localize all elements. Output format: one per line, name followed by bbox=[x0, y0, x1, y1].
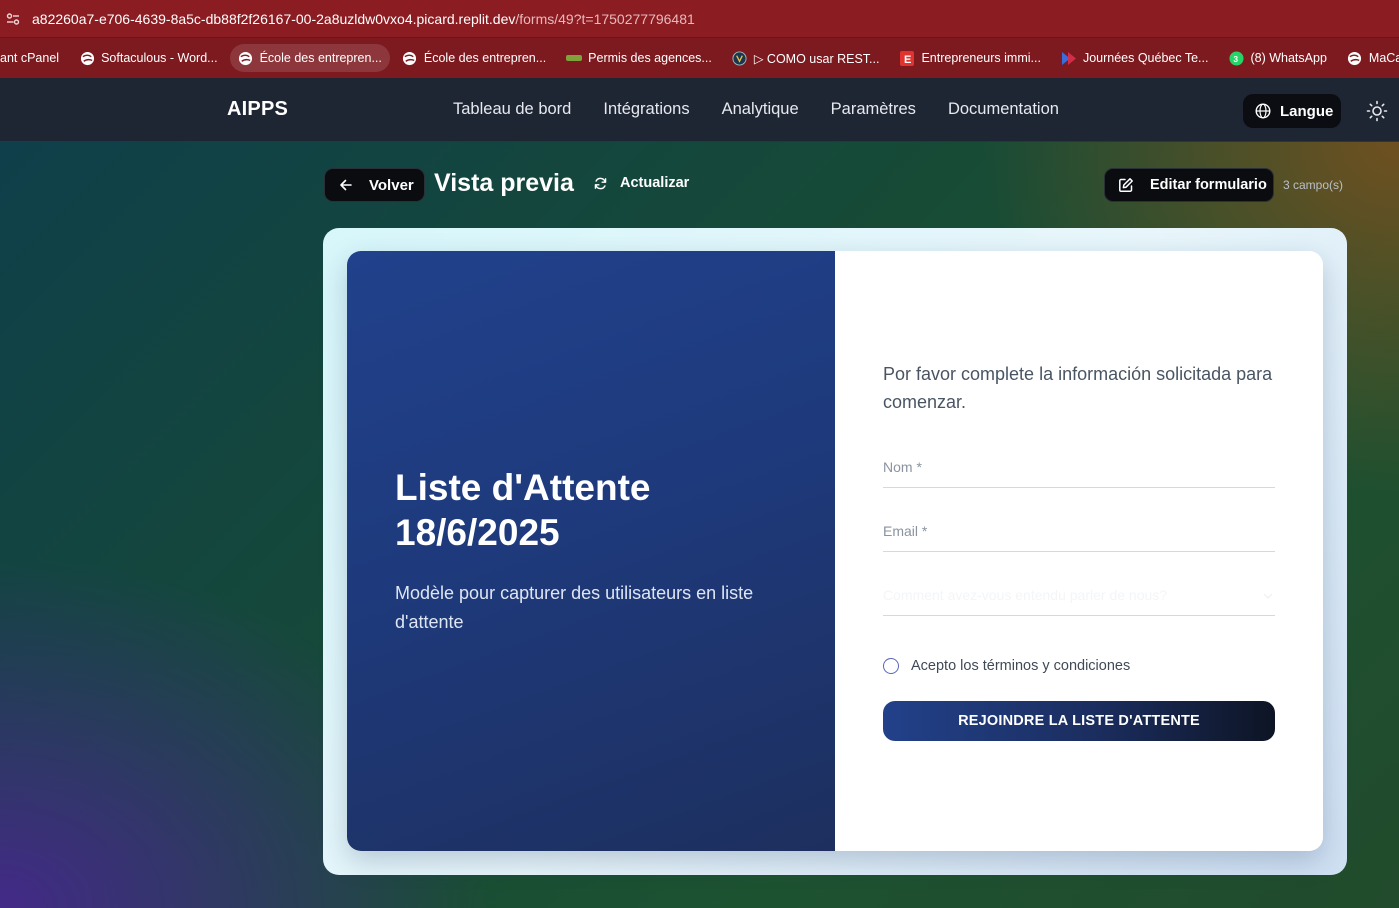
email-field-label: Email * bbox=[883, 523, 928, 539]
main-nav: Tableau de bord Intégrations Analytique … bbox=[453, 100, 1059, 119]
bookmark-softaculous[interactable]: Softaculous - Word... bbox=[71, 44, 226, 72]
arrow-left-icon bbox=[340, 179, 352, 191]
back-button-label: Volver bbox=[369, 176, 414, 194]
bookmark-label: ant cPanel bbox=[0, 51, 60, 65]
page-title: Vista previa bbox=[434, 169, 574, 197]
form-preview-card: Liste d'Attente 18/6/2025 Modèle pour ca… bbox=[347, 251, 1323, 851]
nav-link-settings[interactable]: Paramètres bbox=[831, 100, 916, 119]
e-icon: E bbox=[899, 50, 915, 66]
bookmark-label: MaCarrièreTECHNO... bbox=[1368, 51, 1399, 65]
globe-icon bbox=[79, 50, 95, 66]
app-logo[interactable]: AIPPS bbox=[227, 98, 288, 121]
url-path: /forms/49?t=1750277796481 bbox=[515, 10, 695, 27]
bookmark-label: École des entrepren... bbox=[259, 51, 382, 65]
name-field-label: Nom * bbox=[883, 459, 922, 475]
bookmark-journees[interactable]: Journées Québec Te... bbox=[1053, 44, 1217, 72]
refresh-button-label: Actualizar bbox=[620, 175, 690, 191]
back-button[interactable]: Volver bbox=[324, 168, 425, 202]
bookmark-label: Softaculous - Word... bbox=[101, 51, 218, 65]
site-info-icon[interactable] bbox=[2, 8, 24, 30]
bookmark-ecole-2[interactable]: École des entrepren... bbox=[394, 44, 554, 72]
leaf-icon bbox=[566, 50, 583, 66]
globe-icon bbox=[238, 50, 254, 66]
form-intro-text: Por favor complete la información solici… bbox=[883, 364, 1273, 412]
nav-link-integrations[interactable]: Intégrations bbox=[603, 100, 689, 119]
nav-link-documentation[interactable]: Documentation bbox=[948, 100, 1059, 119]
bookmark-label: École des entrepren... bbox=[423, 51, 547, 65]
nav-link-analytics[interactable]: Analytique bbox=[722, 100, 799, 119]
submit-button[interactable]: REJOINDRE LA LISTE D'ATTENTE bbox=[883, 701, 1275, 741]
bookmark-whatsapp[interactable]: 3 (8) WhatsApp bbox=[1220, 44, 1334, 72]
form-description: Modèle pour capturer des utilisateurs en… bbox=[395, 583, 754, 632]
nav-link-dashboard[interactable]: Tableau de bord bbox=[453, 100, 571, 119]
edit-form-button-label: Editar formulario bbox=[1150, 177, 1267, 193]
svg-text:3: 3 bbox=[1233, 53, 1238, 63]
form-title: Liste d'Attente 18/6/2025 bbox=[395, 467, 651, 553]
refresh-icon bbox=[594, 177, 607, 189]
url-host: a82260a7-e706-4639-8a5c-db88f2f26167-00-… bbox=[32, 10, 516, 27]
refresh-button[interactable]: Actualizar bbox=[593, 175, 689, 191]
name-field[interactable]: Nom * bbox=[883, 458, 1275, 488]
bookmark-como-usar[interactable]: ▷ COMO usar REST... bbox=[724, 44, 888, 72]
bookmark-cpanel[interactable]: ant cPanel bbox=[0, 44, 67, 72]
bookmark-label: (8) WhatsApp bbox=[1250, 51, 1327, 65]
bookmark-label: Permis des agences... bbox=[588, 51, 712, 65]
circle-logo-icon bbox=[732, 50, 748, 66]
bookmark-entrepreneurs[interactable]: E Entrepreneurs immi... bbox=[891, 44, 1048, 72]
language-button-label: Langue bbox=[1280, 102, 1334, 120]
referral-source-select[interactable]: Comment avez-vous entendu parler de nous… bbox=[883, 586, 1275, 616]
terms-checkbox-row[interactable]: Acepto los términos y condiciones bbox=[883, 658, 1130, 674]
form-hero-panel: Liste d'Attente 18/6/2025 Modèle pour ca… bbox=[347, 251, 835, 851]
bookmark-permis[interactable]: Permis des agences... bbox=[558, 44, 720, 72]
bookmark-macarriere[interactable]: MaCarrièreTECHNO... bbox=[1339, 44, 1399, 72]
svg-text:E: E bbox=[904, 54, 911, 66]
referral-source-label: Comment avez-vous entendu parler de nous… bbox=[883, 587, 1168, 603]
bookmark-label: Journées Québec Te... bbox=[1082, 51, 1209, 65]
sun-icon bbox=[1366, 100, 1388, 122]
terms-radio[interactable] bbox=[883, 658, 899, 674]
bookmark-ecole-1[interactable]: École des entrepren... bbox=[229, 44, 390, 72]
chevron-down-icon bbox=[1263, 593, 1273, 599]
theme-toggle-button[interactable] bbox=[1366, 100, 1388, 122]
globe-icon bbox=[1347, 50, 1363, 66]
bookmarks-bar: ant cPanel Softaculous - Word... École d… bbox=[0, 38, 1399, 78]
app-navbar: AIPPS Tableau de bord Intégrations Analy… bbox=[0, 78, 1399, 142]
globe-icon bbox=[1255, 103, 1271, 119]
browser-address-bar: a82260a7-e706-4639-8a5c-db88f2f26167-00-… bbox=[0, 0, 1399, 38]
language-button[interactable]: Langue bbox=[1243, 94, 1341, 128]
bookmark-label: ▷ COMO usar REST... bbox=[753, 51, 880, 66]
edit-form-button[interactable]: Editar formulario bbox=[1104, 168, 1274, 202]
form-fields-panel: Por favor complete la información solici… bbox=[835, 251, 1323, 851]
email-field[interactable]: Email * bbox=[883, 522, 1275, 552]
field-count-badge: 3 campo(s) bbox=[1283, 178, 1344, 192]
edit-icon bbox=[1119, 178, 1133, 192]
url-text[interactable]: a82260a7-e706-4639-8a5c-db88f2f26167-00-… bbox=[32, 11, 695, 27]
bookmark-label: Entrepreneurs immi... bbox=[921, 51, 1041, 65]
terms-label: Acepto los términos y condiciones bbox=[911, 658, 1131, 674]
whatsapp-icon: 3 bbox=[1228, 50, 1244, 66]
globe-icon bbox=[402, 50, 418, 66]
arrow-logo-icon bbox=[1061, 50, 1077, 66]
